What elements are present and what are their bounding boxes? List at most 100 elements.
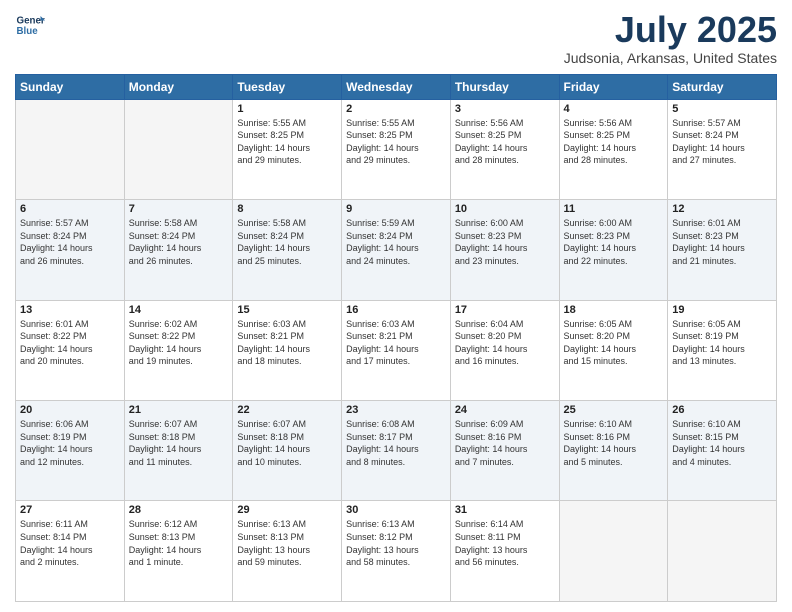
calendar-day-cell: 22 Sunrise: 6:07 AM Sunset: 8:18 PM Dayli… bbox=[233, 401, 342, 501]
calendar-day-cell: 18 Sunrise: 6:05 AM Sunset: 8:20 PM Dayli… bbox=[559, 300, 668, 400]
calendar-day-cell: 8 Sunrise: 5:58 AM Sunset: 8:24 PM Daylig… bbox=[233, 200, 342, 300]
calendar-day-cell: 27 Sunrise: 6:11 AM Sunset: 8:14 PM Dayli… bbox=[16, 501, 125, 602]
calendar-day-cell: 31 Sunrise: 6:14 AM Sunset: 8:11 PM Dayli… bbox=[450, 501, 559, 602]
calendar-day-cell: 16Sunrise: 6:03 AM Sunset: 8:21 PM Dayli… bbox=[342, 300, 451, 400]
day-info: Sunrise: 6:14 AM Sunset: 8:11 PM Dayligh… bbox=[455, 518, 555, 568]
day-info: Sunrise: 6:09 AM Sunset: 8:16 PM Dayligh… bbox=[455, 418, 555, 468]
day-info: Sunrise: 6:00 AM Sunset: 8:23 PM Dayligh… bbox=[455, 217, 555, 267]
day-info: Sunrise: 6:01 AM Sunset: 8:22 PM Dayligh… bbox=[20, 318, 120, 368]
calendar-day-cell: 30 Sunrise: 6:13 AM Sunset: 8:12 PM Dayli… bbox=[342, 501, 451, 602]
day-number: 8 bbox=[237, 203, 337, 215]
calendar-day-cell: 15Sunrise: 6:03 AM Sunset: 8:21 PM Dayli… bbox=[233, 300, 342, 400]
day-number: 20 bbox=[20, 404, 120, 416]
calendar-day-cell: 10 Sunrise: 6:00 AM Sunset: 8:23 PM Dayli… bbox=[450, 200, 559, 300]
col-monday: Monday bbox=[124, 74, 233, 99]
day-info: Sunrise: 6:08 AM Sunset: 8:17 PM Dayligh… bbox=[346, 418, 446, 468]
day-info: Sunrise: 6:06 AM Sunset: 8:19 PM Dayligh… bbox=[20, 418, 120, 468]
calendar-day-cell bbox=[668, 501, 777, 602]
day-info: Sunrise: 6:11 AM Sunset: 8:14 PM Dayligh… bbox=[20, 518, 120, 568]
day-info: Sunrise: 5:57 AM Sunset: 8:24 PM Dayligh… bbox=[20, 217, 120, 267]
day-number: 14 bbox=[129, 304, 229, 316]
calendar-header-row: Sunday Monday Tuesday Wednesday Thursday… bbox=[16, 74, 777, 99]
calendar-day-cell: 28 Sunrise: 6:12 AM Sunset: 8:13 PM Dayli… bbox=[124, 501, 233, 602]
day-info: Sunrise: 5:58 AM Sunset: 8:24 PM Dayligh… bbox=[237, 217, 337, 267]
subtitle: Judsonia, Arkansas, United States bbox=[564, 50, 777, 66]
day-number: 29 bbox=[237, 504, 337, 516]
calendar-day-cell: 21 Sunrise: 6:07 AM Sunset: 8:18 PM Dayli… bbox=[124, 401, 233, 501]
day-info: Sunrise: 6:05 AM Sunset: 8:20 PM Dayligh… bbox=[564, 318, 664, 368]
day-number: 18 bbox=[564, 304, 664, 316]
calendar-day-cell: 26 Sunrise: 6:10 AM Sunset: 8:15 PM Dayli… bbox=[668, 401, 777, 501]
day-info: Sunrise: 6:12 AM Sunset: 8:13 PM Dayligh… bbox=[129, 518, 229, 568]
day-number: 31 bbox=[455, 504, 555, 516]
calendar-day-cell: 7 Sunrise: 5:58 AM Sunset: 8:24 PM Daylig… bbox=[124, 200, 233, 300]
calendar-day-cell bbox=[16, 99, 125, 199]
day-info: Sunrise: 6:01 AM Sunset: 8:23 PM Dayligh… bbox=[672, 217, 772, 267]
calendar-day-cell: 29 Sunrise: 6:13 AM Sunset: 8:13 PM Dayli… bbox=[233, 501, 342, 602]
day-info: Sunrise: 6:03 AM Sunset: 8:21 PM Dayligh… bbox=[237, 318, 337, 368]
day-info: Sunrise: 6:07 AM Sunset: 8:18 PM Dayligh… bbox=[129, 418, 229, 468]
day-info: Sunrise: 6:04 AM Sunset: 8:20 PM Dayligh… bbox=[455, 318, 555, 368]
calendar-day-cell: 11Sunrise: 6:00 AM Sunset: 8:23 PM Dayli… bbox=[559, 200, 668, 300]
day-info: Sunrise: 6:13 AM Sunset: 8:13 PM Dayligh… bbox=[237, 518, 337, 568]
day-info: Sunrise: 5:56 AM Sunset: 8:25 PM Dayligh… bbox=[455, 117, 555, 167]
calendar-day-cell: 4Sunrise: 5:56 AM Sunset: 8:25 PM Daylig… bbox=[559, 99, 668, 199]
main-title: July 2025 bbox=[564, 10, 777, 50]
calendar-week-row: 27 Sunrise: 6:11 AM Sunset: 8:14 PM Dayli… bbox=[16, 501, 777, 602]
calendar-day-cell: 13 Sunrise: 6:01 AM Sunset: 8:22 PM Dayli… bbox=[16, 300, 125, 400]
day-info: Sunrise: 6:02 AM Sunset: 8:22 PM Dayligh… bbox=[129, 318, 229, 368]
day-number: 30 bbox=[346, 504, 446, 516]
day-number: 7 bbox=[129, 203, 229, 215]
day-number: 24 bbox=[455, 404, 555, 416]
calendar-day-cell: 14 Sunrise: 6:02 AM Sunset: 8:22 PM Dayli… bbox=[124, 300, 233, 400]
calendar-day-cell: 1 Sunrise: 5:55 AM Sunset: 8:25 PM Daylig… bbox=[233, 99, 342, 199]
day-info: Sunrise: 5:58 AM Sunset: 8:24 PM Dayligh… bbox=[129, 217, 229, 267]
day-info: Sunrise: 5:55 AM Sunset: 8:25 PM Dayligh… bbox=[346, 117, 446, 167]
day-number: 1 bbox=[237, 103, 337, 115]
calendar-day-cell: 17Sunrise: 6:04 AM Sunset: 8:20 PM Dayli… bbox=[450, 300, 559, 400]
calendar-day-cell: 3 Sunrise: 5:56 AM Sunset: 8:25 PM Daylig… bbox=[450, 99, 559, 199]
day-info: Sunrise: 5:59 AM Sunset: 8:24 PM Dayligh… bbox=[346, 217, 446, 267]
day-info: Sunrise: 5:56 AM Sunset: 8:25 PM Dayligh… bbox=[564, 117, 664, 167]
day-number: 25 bbox=[564, 404, 664, 416]
day-number: 3 bbox=[455, 103, 555, 115]
page: General Blue July 2025 Judsonia, Arkansa… bbox=[0, 0, 792, 612]
calendar-day-cell: 9Sunrise: 5:59 AM Sunset: 8:24 PM Daylig… bbox=[342, 200, 451, 300]
day-number: 22 bbox=[237, 404, 337, 416]
calendar-week-row: 20 Sunrise: 6:06 AM Sunset: 8:19 PM Dayli… bbox=[16, 401, 777, 501]
col-friday: Friday bbox=[559, 74, 668, 99]
day-number: 5 bbox=[672, 103, 772, 115]
header: General Blue July 2025 Judsonia, Arkansa… bbox=[15, 10, 777, 66]
day-number: 27 bbox=[20, 504, 120, 516]
day-info: Sunrise: 5:57 AM Sunset: 8:24 PM Dayligh… bbox=[672, 117, 772, 167]
day-number: 13 bbox=[20, 304, 120, 316]
col-saturday: Saturday bbox=[668, 74, 777, 99]
day-info: Sunrise: 6:05 AM Sunset: 8:19 PM Dayligh… bbox=[672, 318, 772, 368]
day-number: 6 bbox=[20, 203, 120, 215]
day-info: Sunrise: 5:55 AM Sunset: 8:25 PM Dayligh… bbox=[237, 117, 337, 167]
day-number: 28 bbox=[129, 504, 229, 516]
calendar-day-cell: 24 Sunrise: 6:09 AM Sunset: 8:16 PM Dayli… bbox=[450, 401, 559, 501]
day-number: 2 bbox=[346, 103, 446, 115]
calendar-week-row: 6 Sunrise: 5:57 AM Sunset: 8:24 PM Daylig… bbox=[16, 200, 777, 300]
day-number: 10 bbox=[455, 203, 555, 215]
calendar-week-row: 1 Sunrise: 5:55 AM Sunset: 8:25 PM Daylig… bbox=[16, 99, 777, 199]
day-number: 19 bbox=[672, 304, 772, 316]
title-block: July 2025 Judsonia, Arkansas, United Sta… bbox=[564, 10, 777, 66]
day-info: Sunrise: 6:07 AM Sunset: 8:18 PM Dayligh… bbox=[237, 418, 337, 468]
calendar-table: Sunday Monday Tuesday Wednesday Thursday… bbox=[15, 74, 777, 602]
calendar-week-row: 13 Sunrise: 6:01 AM Sunset: 8:22 PM Dayli… bbox=[16, 300, 777, 400]
calendar-day-cell: 25 Sunrise: 6:10 AM Sunset: 8:16 PM Dayli… bbox=[559, 401, 668, 501]
svg-text:Blue: Blue bbox=[17, 26, 39, 37]
col-thursday: Thursday bbox=[450, 74, 559, 99]
calendar-day-cell: 20 Sunrise: 6:06 AM Sunset: 8:19 PM Dayli… bbox=[16, 401, 125, 501]
day-info: Sunrise: 6:00 AM Sunset: 8:23 PM Dayligh… bbox=[564, 217, 664, 267]
calendar-day-cell bbox=[559, 501, 668, 602]
day-number: 26 bbox=[672, 404, 772, 416]
col-wednesday: Wednesday bbox=[342, 74, 451, 99]
day-number: 21 bbox=[129, 404, 229, 416]
day-info: Sunrise: 6:10 AM Sunset: 8:16 PM Dayligh… bbox=[564, 418, 664, 468]
day-info: Sunrise: 6:10 AM Sunset: 8:15 PM Dayligh… bbox=[672, 418, 772, 468]
calendar-day-cell: 2 Sunrise: 5:55 AM Sunset: 8:25 PM Daylig… bbox=[342, 99, 451, 199]
day-info: Sunrise: 6:13 AM Sunset: 8:12 PM Dayligh… bbox=[346, 518, 446, 568]
